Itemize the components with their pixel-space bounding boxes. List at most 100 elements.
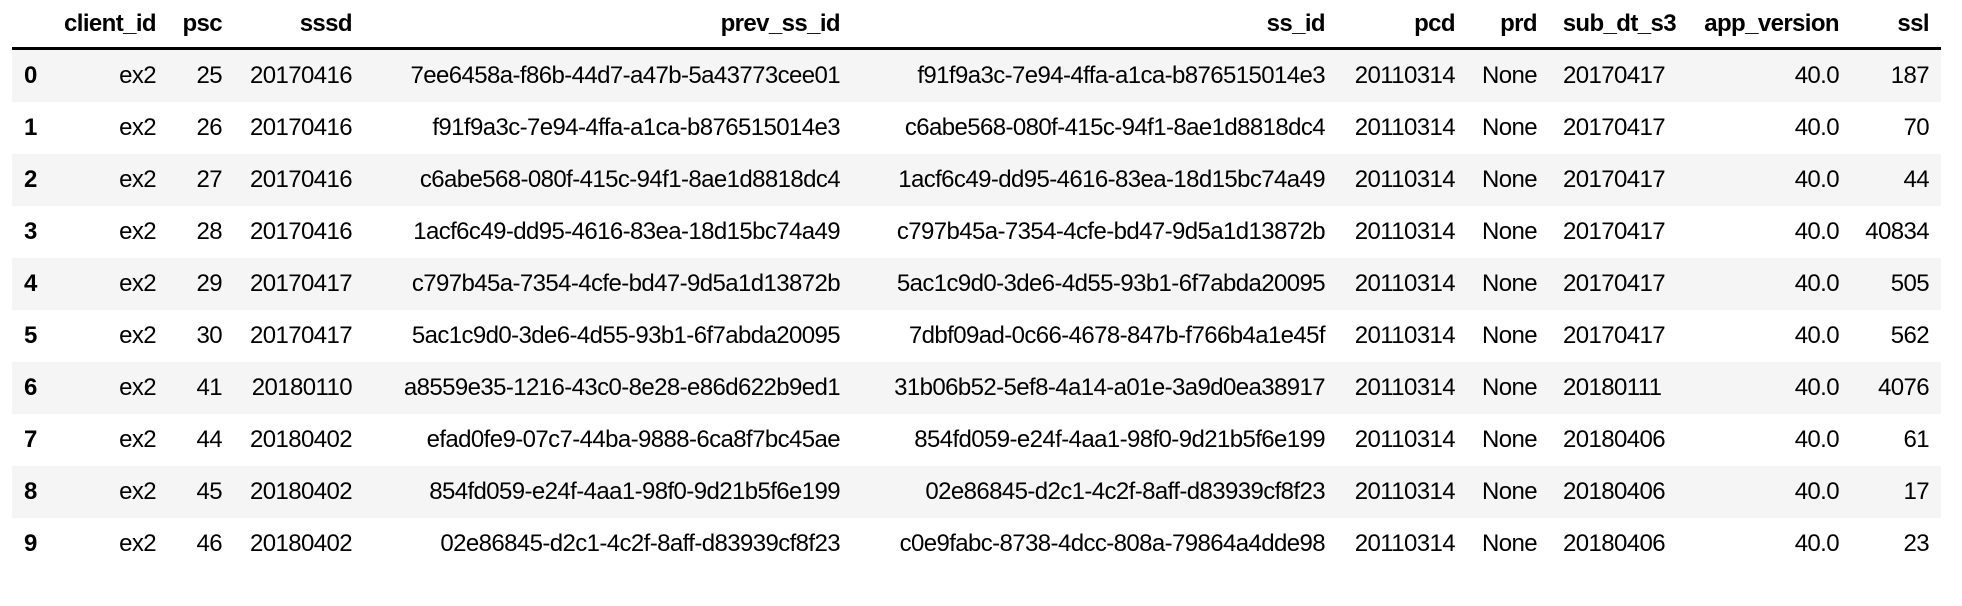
cell-prev-ss-id: 854fd059-e24f-4aa1-98f0-9d21b5f6e199 <box>429 478 840 505</box>
cell-sssd: 20170416 <box>250 114 353 141</box>
cell-sub-dt-s3: 20180111 <box>1563 374 1662 401</box>
cell-prev-ss-id: efad0fe9-07c7-44ba-9888-6ca8f7bc45ae <box>426 426 841 453</box>
cell-client-id: ex2 <box>119 478 157 505</box>
cell-pcd: 20110314 <box>1354 270 1456 297</box>
cell-sub-dt-s3: 20170417 <box>1563 114 1666 141</box>
column-header-client-id: client_id <box>60 0 168 50</box>
cell-sub-dt-s3: 20180406 <box>1563 530 1666 557</box>
cell-psc: 44 <box>196 426 223 453</box>
cell-pcd: 20110314 <box>1354 530 1456 557</box>
table-row: 0 ex2 25 20170416 7ee6458a-f86b-44d7-a47b-5a… <box>12 48 1941 102</box>
column-header-sssd: sssd <box>234 0 364 50</box>
index-header <box>12 0 60 50</box>
table-row: 6 ex2 41 20180110 a8559e35-1216-43c0-8e28-e8… <box>12 362 1941 414</box>
cell-sub-dt-s3: 20170417 <box>1563 166 1666 193</box>
cell-ss-id: f91f9a3c-7e94-4ffa-a1ca-b876515014e3 <box>917 62 1325 89</box>
column-header-app-version: app_version <box>1688 0 1851 50</box>
cell-psc: 25 <box>196 62 223 89</box>
cell-sssd: 20180402 <box>250 426 353 453</box>
cell-sssd: 20180110 <box>251 374 353 401</box>
cell-sub-dt-s3: 20170417 <box>1563 62 1666 89</box>
cell-prev-ss-id: c6abe568-080f-415c-94f1-8ae1d8818dc4 <box>419 166 841 193</box>
cell-client-id: ex2 <box>119 374 157 401</box>
table-row: 8 ex2 45 20180402 854fd059-e24f-4aa1-98f0-9d… <box>12 466 1941 518</box>
cell-sssd: 20180402 <box>250 478 353 505</box>
column-header-pcd: pcd <box>1337 0 1467 50</box>
cell-psc: 27 <box>196 166 223 193</box>
cell-ss-id: 1acf6c49-dd95-4616-83ea-18d15bc74a49 <box>898 166 1325 193</box>
cell-client-id: ex2 <box>119 166 157 193</box>
cell-app-version: 40.0 <box>1794 426 1840 453</box>
cell-pcd: 20110314 <box>1354 218 1456 245</box>
cell-psc: 30 <box>196 322 223 349</box>
cell-ssl: 44 <box>1903 166 1930 193</box>
cell-ss-id: c0e9fabc-8738-4dcc-808a-79864a4dde98 <box>899 530 1326 557</box>
cell-prd: None <box>1482 270 1538 297</box>
header-row: client_id psc sssd prev_ss_id ss_id pcd prd sub… <box>12 0 1941 50</box>
column-header-sub-dt-s3: sub_dt_s3 <box>1549 0 1688 50</box>
cell-psc: 28 <box>196 218 223 245</box>
cell-ssl: 70 <box>1903 114 1930 141</box>
cell-pcd: 20110314 <box>1354 114 1456 141</box>
cell-app-version: 40.0 <box>1794 374 1840 401</box>
row-index: 2 <box>24 166 37 193</box>
cell-app-version: 40.0 <box>1794 218 1840 245</box>
cell-prd: None <box>1482 374 1538 401</box>
cell-prd: None <box>1482 62 1538 89</box>
cell-prev-ss-id: a8559e35-1216-43c0-8e28-e86d622b9ed1 <box>403 374 841 401</box>
cell-prev-ss-id: c797b45a-7354-4cfe-bd47-9d5a1d13872b <box>411 270 841 297</box>
cell-ssl: 23 <box>1903 530 1930 557</box>
cell-ssl: 17 <box>1903 478 1930 505</box>
cell-app-version: 40.0 <box>1794 62 1840 89</box>
row-index: 6 <box>24 374 37 401</box>
cell-prev-ss-id: 7ee6458a-f86b-44d7-a47b-5a43773cee01 <box>410 62 841 89</box>
cell-pcd: 20110314 <box>1354 166 1456 193</box>
cell-sssd: 20170416 <box>250 166 353 193</box>
row-index: 0 <box>24 62 37 89</box>
column-header-psc: psc <box>168 0 234 50</box>
cell-app-version: 40.0 <box>1794 530 1840 557</box>
cell-client-id: ex2 <box>119 218 157 245</box>
table-row: 2 ex2 27 20170416 c6abe568-080f-415c-94f1-8a… <box>12 154 1941 206</box>
cell-sub-dt-s3: 20170417 <box>1563 218 1666 245</box>
cell-client-id: ex2 <box>119 62 157 89</box>
cell-client-id: ex2 <box>119 530 157 557</box>
cell-app-version: 40.0 <box>1794 322 1840 349</box>
column-header-ssl: ssl <box>1851 0 1941 50</box>
cell-pcd: 20110314 <box>1354 322 1456 349</box>
cell-prev-ss-id: 02e86845-d2c1-4c2f-8aff-d83939cf8f23 <box>440 530 840 557</box>
cell-ssl: 562 <box>1890 322 1930 349</box>
cell-client-id: ex2 <box>119 270 157 297</box>
cell-client-id: ex2 <box>119 114 157 141</box>
cell-pcd: 20110314 <box>1354 374 1456 401</box>
cell-pcd: 20110314 <box>1354 478 1456 505</box>
cell-prd: None <box>1482 218 1538 245</box>
dataframe-table: client_id psc sssd prev_ss_id ss_id pcd prd sub… <box>12 0 1941 570</box>
cell-ss-id: 7dbf09ad-0c66-4678-847b-f766b4a1e45f <box>908 322 1326 349</box>
cell-ss-id: 02e86845-d2c1-4c2f-8aff-d83939cf8f23 <box>925 478 1325 505</box>
cell-client-id: ex2 <box>119 322 157 349</box>
cell-sub-dt-s3: 20180406 <box>1563 478 1666 505</box>
row-index: 4 <box>24 270 37 297</box>
cell-prd: None <box>1482 114 1538 141</box>
cell-prd: None <box>1482 166 1538 193</box>
cell-ss-id: c797b45a-7354-4cfe-bd47-9d5a1d13872b <box>896 218 1326 245</box>
cell-ssl: 40834 <box>1865 218 1929 245</box>
cell-ssl: 4076 <box>1878 374 1930 401</box>
cell-ssl: 61 <box>1903 426 1930 453</box>
cell-sub-dt-s3: 20180406 <box>1563 426 1666 453</box>
column-header-prd: prd <box>1467 0 1549 50</box>
row-index: 5 <box>24 322 37 349</box>
cell-psc: 41 <box>196 374 223 401</box>
cell-prev-ss-id: 1acf6c49-dd95-4616-83ea-18d15bc74a49 <box>413 218 840 245</box>
table-row: 3 ex2 28 20170416 1acf6c49-dd95-4616-83ea-18… <box>12 206 1941 258</box>
cell-ssl: 505 <box>1890 270 1930 297</box>
cell-psc: 29 <box>196 270 223 297</box>
row-index: 9 <box>24 530 37 557</box>
table-row: 7 ex2 44 20180402 efad0fe9-07c7-44ba-9888-6c… <box>12 414 1941 466</box>
row-index: 3 <box>24 218 37 245</box>
cell-sssd: 20170417 <box>250 322 353 349</box>
cell-app-version: 40.0 <box>1794 478 1840 505</box>
table-row: 5 ex2 30 20170417 5ac1c9d0-3de6-4d55-93b1-6f… <box>12 310 1941 362</box>
cell-ss-id: c6abe568-080f-415c-94f1-8ae1d8818dc4 <box>904 114 1326 141</box>
